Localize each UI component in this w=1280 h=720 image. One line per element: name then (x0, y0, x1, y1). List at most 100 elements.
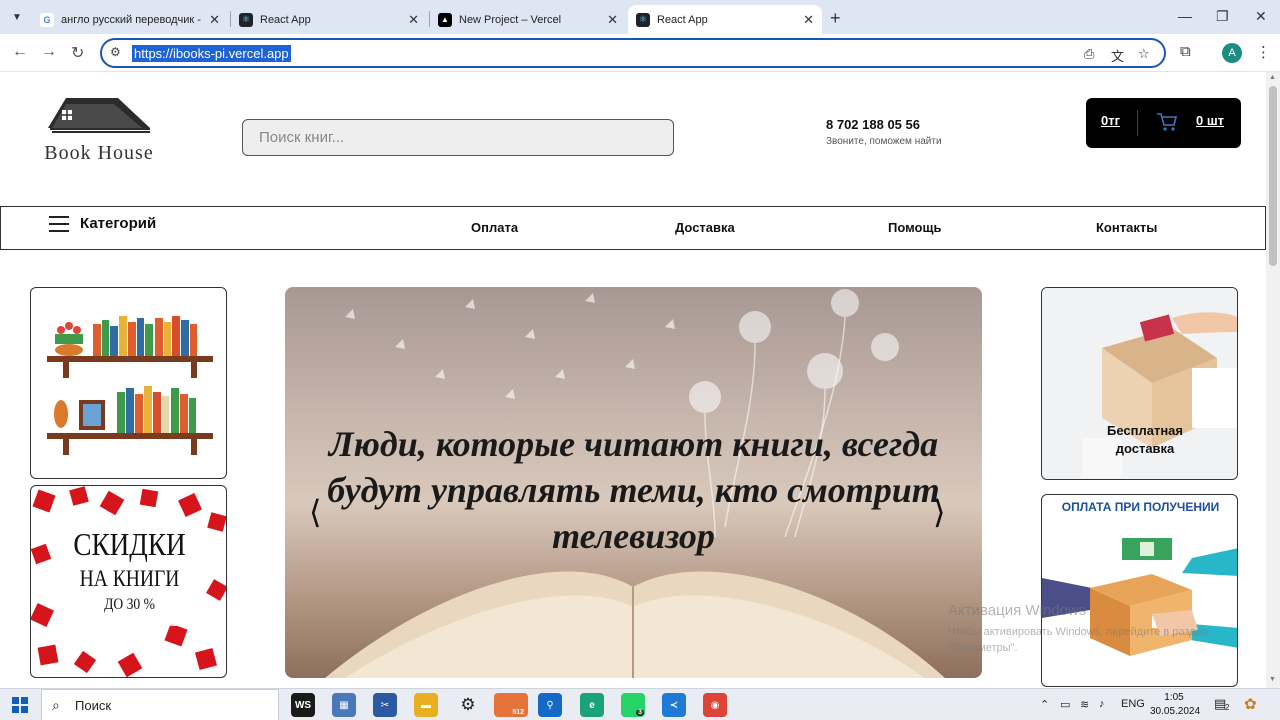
nav-link-delivery[interactable]: Доставка (675, 220, 735, 235)
tray-chevron-icon[interactable]: ⌃ (1040, 698, 1049, 711)
translate-icon[interactable]: 文 (1111, 46, 1124, 65)
hero-slider: Люди, которые читают книги, всегда будут… (285, 287, 982, 678)
tab-title: англо русский переводчик - П (61, 13, 204, 26)
address-bar[interactable]: ⚙ https://ibooks-pi.vercel.app ⎙ 文 ☆ (100, 38, 1166, 68)
tab-title: React App (657, 13, 708, 26)
house-roof-icon (48, 98, 150, 133)
vscode-icon[interactable]: ≺ (662, 693, 686, 717)
windows-activation-title: Активация Windows (948, 602, 1087, 619)
tab-search-button[interactable]: ▼ (6, 6, 28, 28)
cart-count[interactable]: 0 шт (1196, 113, 1224, 128)
categories-button[interactable]: Категорий (80, 215, 156, 232)
install-app-icon[interactable]: ⎙ (1084, 46, 1094, 62)
cart-divider (1137, 110, 1138, 136)
window-close-icon[interactable]: ✕ (1255, 8, 1267, 25)
cash-on-delivery-banner[interactable]: ОПЛАТА ПРИ ПОЛУЧЕНИИ (1041, 494, 1238, 687)
file-explorer-icon[interactable]: ▬ (414, 693, 438, 717)
nav-link-contacts[interactable]: Контакты (1096, 220, 1157, 235)
scrollbar-thumb[interactable] (1269, 86, 1277, 266)
whatsapp-badge: 3 (636, 709, 644, 716)
taskbar-search[interactable]: ⌕ Поиск (41, 689, 279, 720)
tab-translator[interactable]: G англо русский переводчик - П ✕ (32, 5, 228, 34)
extensions-icon[interactable]: ⧉ (1180, 43, 1191, 60)
copilot-icon[interactable]: ✿ (1244, 695, 1257, 713)
page-viewport: Book House 8 702 188 05 56 Звоните, помо… (0, 72, 1280, 688)
browser-toolbar: ← → ↻ ⚙ https://ibooks-pi.vercel.app ⎙ 文… (0, 34, 1280, 72)
site-info-icon[interactable]: ⚙ (110, 45, 121, 59)
nav-link-help[interactable]: Помощь (888, 220, 941, 235)
phone-number[interactable]: 8 702 188 05 56 (826, 117, 920, 132)
clock-time: 1:05 (1164, 692, 1184, 703)
more-menu-icon[interactable]: ⋮ (1256, 43, 1271, 61)
discount-line-3: ДО 30 % (104, 596, 155, 613)
minimize-icon[interactable]: — (1178, 8, 1192, 24)
bookmark-star-icon[interactable]: ☆ (1138, 46, 1150, 62)
edge-browser-icon[interactable]: e (580, 693, 604, 717)
windows-activation-text: Чтобы активировать Windows, перейдите в … (948, 626, 1208, 654)
discount-line-1: СКИДКИ (73, 526, 186, 562)
maximize-icon[interactable]: ❐ (1216, 8, 1229, 25)
bookshelf-banner[interactable] (30, 287, 227, 479)
cart-widget[interactable]: 0тг 0 шт (1086, 98, 1241, 148)
chrome-icon[interactable]: ◉ (703, 693, 727, 717)
logo-text: Book House (44, 142, 154, 164)
search-input[interactable] (242, 119, 674, 156)
cart-sum[interactable]: 0тг (1101, 113, 1120, 128)
tab-react-app-active[interactable]: ⚛ React App ✕ (628, 5, 822, 34)
profile-avatar[interactable]: A (1222, 43, 1242, 63)
telegram-badge: 512 (512, 709, 524, 716)
slider-prev-arrow[interactable]: ⟨ (309, 493, 321, 531)
telegram-icon[interactable]: 512 (494, 693, 528, 717)
scroll-up-icon[interactable]: ▲ (1269, 74, 1276, 81)
tab-strip: ▼ G англо русский переводчик - П ✕ ⚛ Rea… (0, 0, 1280, 34)
free-delivery-text: Бесплатная доставка (1106, 423, 1183, 456)
new-tab-button[interactable]: + (830, 8, 841, 29)
nav-link-payment[interactable]: Оплата (471, 220, 518, 235)
scroll-down-icon[interactable]: ▼ (1269, 676, 1276, 683)
close-icon[interactable]: ✕ (408, 12, 419, 28)
close-icon[interactable]: ✕ (209, 12, 220, 28)
page-scrollbar[interactable]: ▲ ▼ (1266, 72, 1280, 688)
url-text[interactable]: https://ibooks-pi.vercel.app (132, 45, 291, 62)
windows-taskbar: ⌕ Поиск WS ▦ ✂ ▬ ⚙ 512 ⚲ e 3 ≺ ◉ ⌃ ▭ ≋ ♪… (0, 688, 1280, 720)
webstorm-icon[interactable]: WS (291, 693, 315, 717)
settings-gear-icon[interactable]: ⚙ (456, 693, 480, 717)
tab-title: New Project – Vercel (459, 13, 562, 26)
site-logo[interactable]: Book House (28, 94, 170, 164)
close-icon[interactable]: ✕ (803, 12, 814, 28)
close-icon[interactable]: ✕ (607, 12, 618, 28)
language-indicator[interactable]: ENG (1121, 698, 1145, 710)
wifi-icon[interactable]: ≋ (1080, 698, 1089, 711)
battery-icon[interactable]: ▭ (1060, 698, 1070, 711)
maps-pin-icon[interactable]: ⚲ (538, 693, 562, 717)
vercel-favicon-icon: ▲ (438, 12, 452, 27)
tab-title: React App (260, 13, 311, 26)
cod-title: ОПЛАТА ПРИ ПОЛУЧЕНИИ (1061, 500, 1220, 514)
phone-caption: Звоните, поможем найти (826, 136, 942, 147)
react-favicon-icon: ⚛ (636, 12, 650, 27)
notification-count: 2 (1225, 703, 1230, 712)
forward-arrow-icon[interactable]: → (41, 43, 57, 61)
windows-start-icon[interactable] (12, 697, 28, 713)
main-navbar: Категорий Оплата Доставка Помощь Контакт… (0, 206, 1266, 250)
whatsapp-icon[interactable]: 3 (621, 693, 645, 717)
discount-line-2: НА КНИГИ (79, 566, 180, 591)
free-delivery-banner[interactable]: Бесплатная доставка (1041, 287, 1238, 480)
reload-icon[interactable]: ↻ (71, 43, 84, 63)
snipping-tool-icon[interactable]: ✂ (373, 693, 397, 717)
taskbar-search-label: Поиск (75, 698, 112, 713)
cart-icon[interactable] (1156, 112, 1178, 132)
discount-banner[interactable]: СКИДКИ НА КНИГИ ДО 30 % (30, 485, 227, 678)
react-favicon-icon: ⚛ (239, 12, 253, 27)
clock-date: 30.05.2024 (1150, 706, 1201, 717)
hamburger-menu-icon[interactable] (49, 216, 69, 232)
google-favicon-icon: G (40, 12, 54, 27)
search-icon: ⌕ (52, 697, 60, 713)
tab-vercel[interactable]: ▲ New Project – Vercel ✕ (430, 5, 626, 34)
system-clock[interactable]: 1:05 30.05.2024 (1150, 691, 1201, 719)
back-arrow-icon[interactable]: ← (12, 43, 28, 61)
slider-next-arrow[interactable]: ⟩ (933, 493, 945, 531)
tab-react-app-1[interactable]: ⚛ React App ✕ (231, 5, 427, 34)
calculator-icon[interactable]: ▦ (332, 693, 356, 717)
volume-icon[interactable]: ♪ (1099, 698, 1105, 710)
